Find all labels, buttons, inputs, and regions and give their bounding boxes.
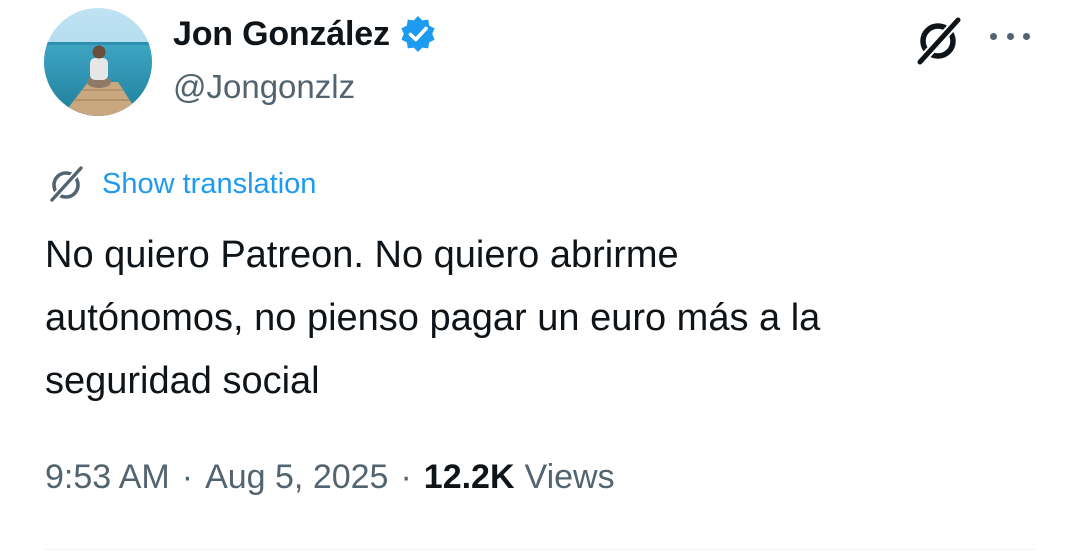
divider	[45, 549, 1035, 550]
author-handle[interactable]: @Jongonzlz	[173, 68, 438, 106]
avatar-photo	[44, 8, 152, 116]
tweet-text: No quiero Patreon. No quiero abrirme aut…	[45, 234, 821, 402]
tweet-meta: 9:53 AM · Aug 5, 2025 · 12.2K Views	[45, 458, 615, 497]
tweet-time[interactable]: 9:53 AM	[45, 458, 170, 497]
meta-separator: ·	[181, 458, 194, 496]
more-dot	[1023, 32, 1030, 40]
author-name-row: Jon González	[173, 12, 438, 56]
views-label: Views	[524, 458, 615, 496]
more-horizontal-icon[interactable]	[986, 22, 1034, 50]
views-count: 12.2K	[423, 458, 515, 496]
verified-badge-icon	[398, 14, 438, 54]
author-display-name[interactable]: Jon González	[173, 15, 390, 54]
more-dot	[990, 32, 997, 40]
tweet-date[interactable]: Aug 5, 2025	[205, 458, 388, 497]
avatar[interactable]	[44, 8, 152, 116]
grok-icon	[46, 164, 86, 204]
show-translation-button[interactable]: Show translation	[46, 164, 316, 204]
more-dot	[1006, 32, 1014, 40]
meta-separator: ·	[400, 458, 412, 496]
author-block: Jon González @Jongonzlz	[173, 12, 438, 106]
grok-icon[interactable]	[912, 14, 964, 67]
show-translation-label: Show translation	[102, 167, 317, 200]
tweet-card: Jon González @Jongonzlz Show translation…	[0, 0, 1080, 556]
